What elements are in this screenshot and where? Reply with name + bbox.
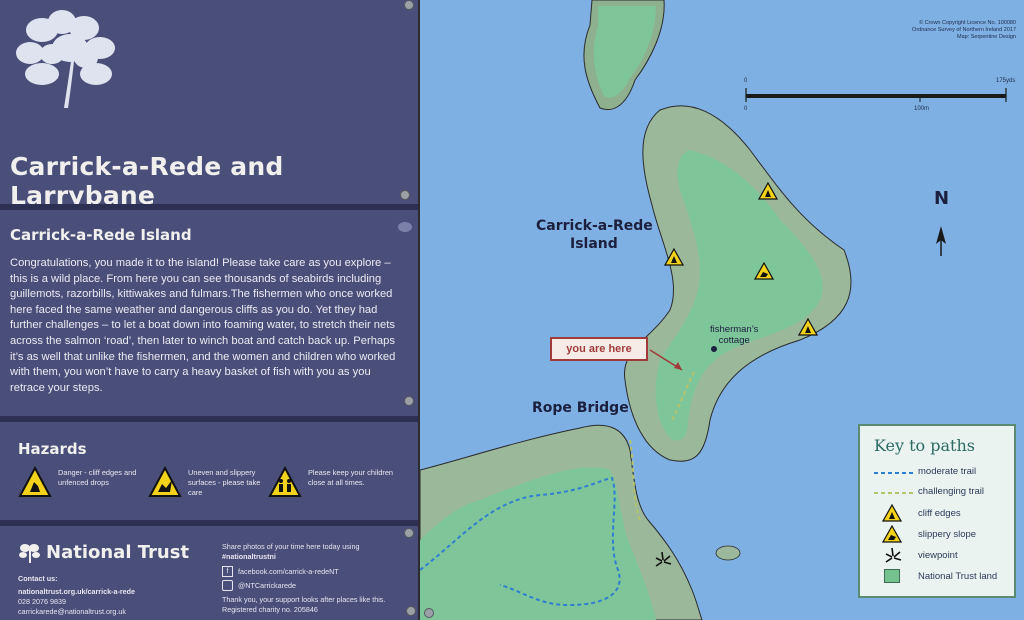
leaf-icon (398, 222, 412, 232)
cliff-edge-icon (882, 504, 902, 522)
information-sign: Carrick-a-Rede and Larrybane Carrick-a-R… (0, 0, 1024, 620)
credit-line: © Crown Copyright Licence No. 100080 (919, 20, 1016, 26)
contact-label: Contact us: (18, 574, 58, 583)
island-heading: Carrick-a-Rede Island (10, 226, 192, 244)
credit-line: Map: Serpentine Design (956, 34, 1016, 40)
facebook-link: facebook.com/carrick-a-redeNT (238, 566, 339, 576)
cottage-label-line: fisherman’s (710, 324, 759, 335)
thanks-text: Thank you, your support looks after plac… (222, 595, 386, 604)
hazard-children-text: Please keep your children close at all t… (308, 468, 394, 487)
cottage-label: fisherman’s cottage (710, 324, 758, 346)
instagram-row: @NTCarrickarede (222, 580, 385, 591)
rope-bridge-label: Rope Bridge (532, 400, 629, 416)
contact-panel: National Trust Contact us: nationaltrust… (0, 520, 418, 620)
north-label: N (934, 188, 950, 209)
hazards-heading: Hazards (18, 440, 87, 458)
national-trust-logo-text: National Trust (46, 542, 190, 563)
key-slippery-slope: slippery slope (918, 529, 977, 540)
instagram-handle: @NTCarrickarede (238, 580, 297, 590)
bolt-icon (404, 396, 414, 406)
facebook-row: f facebook.com/carrick-a-redeNT (222, 566, 385, 577)
scale-mid-label: 100m (914, 106, 930, 112)
charity-number: Registered charity no. 205846 (222, 605, 318, 614)
sign-title: Carrick-a-Rede and Larrybane (10, 152, 284, 210)
key-viewpoint: viewpoint (918, 550, 958, 561)
hazard-slippery-text: Uneven and slippery surfaces - please ta… (188, 468, 261, 497)
map-key: Key to paths moderate trail challenging … (858, 424, 1016, 598)
cliff-edge-warning-icon (18, 466, 52, 497)
challenging-trail-icon (874, 492, 914, 494)
key-national-trust-land: National Trust land (918, 571, 998, 582)
bolt-icon (406, 606, 416, 616)
cliff-edge-icon (664, 248, 684, 266)
instagram-icon (222, 580, 233, 591)
slippery-slope-icon (882, 525, 902, 543)
island-panel: Carrick-a-Rede Island Congratulations, y… (0, 204, 418, 416)
island-description: Congratulations, you made it to the isla… (10, 257, 396, 394)
share-block: Share photos of your time here today usi… (222, 542, 385, 615)
contact-block: Contact us: nationaltrust.org.uk/carrick… (18, 574, 135, 617)
bolt-icon (404, 528, 414, 538)
slippery-surface-warning-icon (148, 466, 182, 497)
scale-start-label: 0 (744, 78, 748, 84)
key-cliff-edges: cliff edges (918, 508, 961, 519)
moderate-trail-icon (874, 472, 914, 474)
sign-left-column: Carrick-a-Rede and Larrybane Carrick-a-R… (0, 0, 418, 620)
scale-end-label: 175yds (996, 78, 1016, 84)
cottage-label-line: cottage (718, 335, 750, 346)
share-text: Share photos of your time here today usi… (222, 542, 360, 551)
national-trust-land-swatch (884, 569, 900, 583)
share-hashtag: #nationaltrustni (222, 552, 276, 561)
oak-leaf-icon (19, 544, 40, 563)
island-label: Carrick-a-Rede (536, 218, 653, 234)
viewpoint-icon (655, 551, 672, 567)
key-moderate-trail: moderate trail (918, 466, 977, 477)
cliff-edge-icon (798, 318, 818, 336)
oak-leaf-icon (16, 10, 115, 108)
children-warning-icon (268, 466, 302, 497)
title-panel: Carrick-a-Rede and Larrybane (0, 0, 418, 210)
bolt-icon (400, 190, 410, 200)
viewpoint-icon (885, 547, 902, 563)
hazard-cliff-text: Danger - cliff edges and unfenced drops (58, 468, 137, 487)
contact-phone: 028 2076 9839 (18, 597, 66, 606)
you-are-here-marker: you are here (550, 337, 648, 361)
hazards-panel: Hazards Danger - cliff edges and unfence… (0, 416, 418, 520)
slippery-slope-icon (754, 262, 774, 280)
key-title: Key to paths (874, 436, 975, 455)
scale-start-metric-label: 0 (744, 106, 748, 112)
contact-url: nationaltrust.org.uk/carrick-a-rede (18, 587, 136, 596)
bolt-icon (424, 608, 434, 618)
credit-line: Ordnance Survey of Northern Ireland 2017 (912, 27, 1016, 33)
cliff-edge-icon (758, 182, 778, 200)
island-label: Island (570, 236, 618, 252)
key-challenging-trail: challenging trail (918, 486, 985, 497)
contact-email: carrickarede@nationaltrust.org.uk (18, 607, 126, 616)
bolt-icon (404, 0, 414, 10)
map-credit: © Crown Copyright Licence No. 100080 Ord… (912, 20, 1016, 41)
facebook-icon: f (222, 566, 233, 577)
